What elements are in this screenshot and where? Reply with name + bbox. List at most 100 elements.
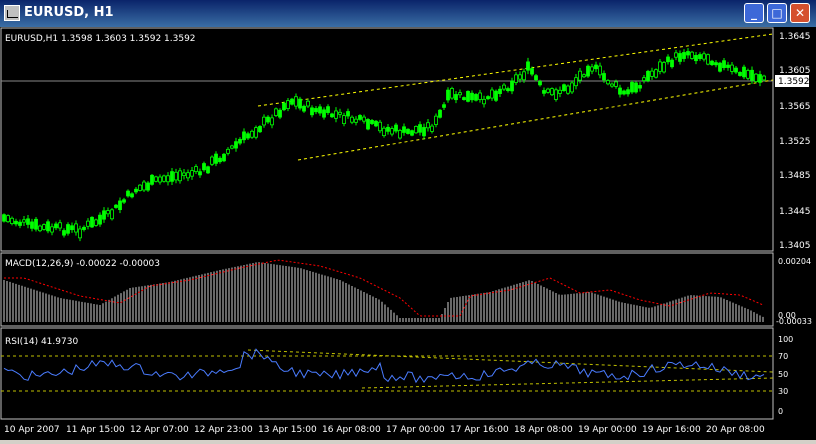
maximize-button[interactable]: □ <box>767 3 787 23</box>
candle-body <box>686 51 690 56</box>
candle-body <box>282 102 286 111</box>
candle-body <box>74 223 78 233</box>
minimize-button[interactable]: _ <box>744 3 764 23</box>
candle-body <box>698 54 702 59</box>
candle-body <box>614 81 618 87</box>
candle-body <box>606 80 610 85</box>
candle-body <box>266 116 270 123</box>
candle-body <box>62 230 66 236</box>
candle-body <box>530 68 534 75</box>
candle-body <box>438 109 442 118</box>
candle-body <box>538 81 542 86</box>
candle-body <box>518 74 522 80</box>
window-title: EURUSD, H1 <box>24 5 114 20</box>
candle-body <box>762 75 766 81</box>
candle-body <box>122 199 126 203</box>
candle-body <box>454 94 458 101</box>
candle-body <box>350 116 354 123</box>
rsi-axis-70: 70 <box>778 352 788 361</box>
candle-body <box>314 108 318 113</box>
candle-body <box>726 64 730 68</box>
candle-body <box>166 175 170 183</box>
candle-body <box>222 153 226 162</box>
candle-body <box>702 53 706 60</box>
trend-channel-upper[interactable] <box>257 33 774 107</box>
candle-body <box>490 89 494 99</box>
candle-body <box>310 107 314 116</box>
candle-body <box>750 69 754 81</box>
candle-body <box>242 131 246 141</box>
candle-body <box>678 53 682 62</box>
price-label-1: 1.3645 <box>779 32 811 42</box>
candle-body <box>370 120 374 124</box>
rsi-trendline-upper[interactable] <box>247 349 774 373</box>
candle-body <box>154 176 158 182</box>
candle-body <box>378 121 382 132</box>
candle-body <box>54 223 58 229</box>
candle-body <box>2 214 6 222</box>
candle-body <box>294 96 298 107</box>
candle-body <box>366 119 370 130</box>
candle-body <box>450 88 454 99</box>
candle-body <box>514 74 518 83</box>
candle-body <box>598 65 602 76</box>
candle-body <box>18 221 22 226</box>
candle-body <box>158 176 162 183</box>
candle-body <box>710 60 714 66</box>
time-label: 20 Apr 08:00 <box>706 425 765 435</box>
candle-body <box>690 51 694 59</box>
candle-body <box>342 115 346 124</box>
rsi-trendline-lower[interactable] <box>361 377 774 389</box>
candle-body <box>542 90 546 94</box>
candle-body <box>734 67 738 73</box>
candle-body <box>42 224 46 230</box>
candle-body <box>398 130 402 139</box>
macd-histogram <box>3 262 764 322</box>
close-button[interactable]: ✕ <box>790 3 810 23</box>
candle-body <box>594 64 598 70</box>
chart-area[interactable]: EURUSD,H1 1.3598 1.3603 1.3592 1.3592 1.… <box>0 27 816 440</box>
candle-body <box>102 210 106 220</box>
candle-body <box>666 56 670 63</box>
candle-body <box>22 219 26 223</box>
candle-body <box>238 138 242 144</box>
candle-body <box>186 172 190 179</box>
candle-body <box>502 84 506 90</box>
candle-body <box>254 127 258 138</box>
candle-body <box>322 109 326 118</box>
candle-body <box>66 224 70 234</box>
candle-body <box>162 175 166 182</box>
candle-body <box>194 166 198 172</box>
candle-body <box>574 77 578 87</box>
candle-body <box>586 65 590 77</box>
candle-body <box>478 92 482 100</box>
candle-body <box>362 116 366 122</box>
candle-body <box>566 85 570 94</box>
price-pane[interactable] <box>0 27 774 252</box>
rsi-pane[interactable] <box>0 327 774 420</box>
candle-body <box>662 62 666 73</box>
candle-body <box>134 188 138 193</box>
candle-body <box>26 218 30 225</box>
candle-body <box>422 127 426 137</box>
candle-body <box>510 80 514 92</box>
price-label-4: 1.3525 <box>779 137 811 147</box>
time-label: 19 Apr 00:00 <box>578 425 637 435</box>
candle-body <box>406 128 410 134</box>
candle-body <box>98 214 102 225</box>
candle-body <box>550 88 554 96</box>
candle-body <box>582 74 586 78</box>
candle-body <box>30 221 34 229</box>
candle-body <box>118 200 122 211</box>
time-label: 18 Apr 08:00 <box>514 425 573 435</box>
rsi-line <box>3 348 765 384</box>
candle-body <box>622 90 626 95</box>
candle-body <box>126 190 130 197</box>
candle-body <box>82 226 86 230</box>
candle-body <box>226 148 230 154</box>
candle-body <box>246 133 250 139</box>
candle-body <box>110 209 114 220</box>
candle-body <box>386 126 390 132</box>
candle-body <box>534 75 538 81</box>
candle-body <box>650 70 654 77</box>
